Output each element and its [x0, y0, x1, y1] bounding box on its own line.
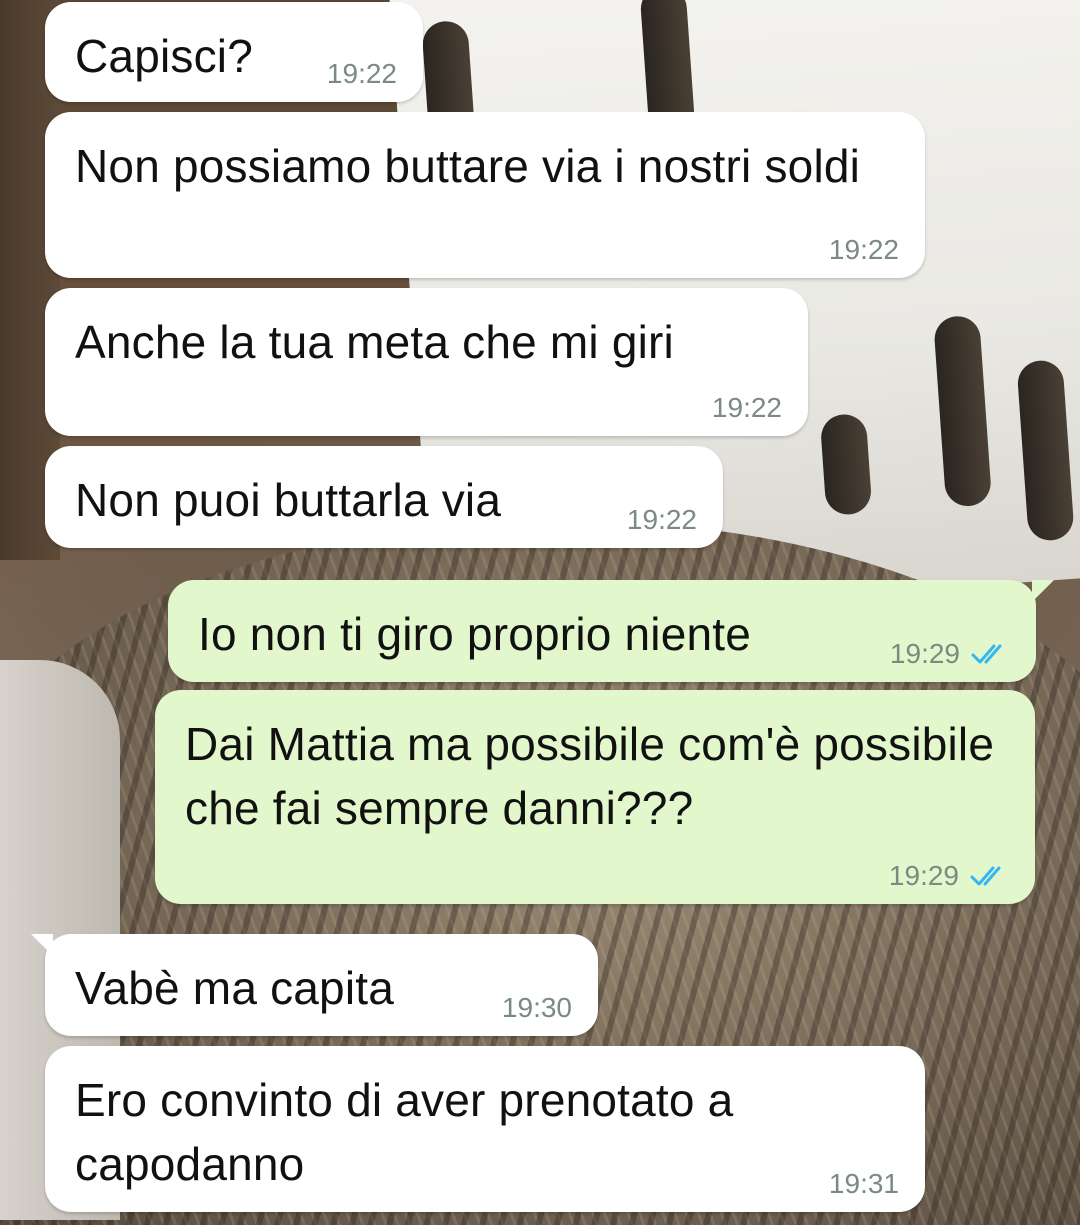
message-bubble-incoming[interactable]: Vabè ma capita 19:30	[31, 934, 598, 1036]
message-bubble-incoming[interactable]: Anche la tua meta che mi giri 19:22	[45, 288, 808, 436]
message-bubble-outgoing[interactable]: Dai Mattia ma possibile com'è possibile …	[155, 690, 1035, 904]
message-text: Non possiamo buttare via i nostri soldi	[75, 140, 861, 192]
message-bubble-incoming[interactable]: Non puoi buttarla via 19:22	[45, 446, 723, 548]
message-time: 19:31	[828, 1168, 899, 1199]
message-time: 19:22	[828, 234, 899, 265]
message-time: 19:22	[326, 58, 397, 89]
message-list[interactable]: Capisci? 19:22 Non possiamo buttare via …	[0, 0, 1080, 1225]
message-bubble-outgoing[interactable]: Io non ti giro proprio niente 19:29	[168, 580, 1054, 682]
message-time: 19:29	[889, 638, 960, 669]
double-check-read-icon	[971, 644, 1002, 664]
message-text: Non puoi buttarla via	[75, 474, 502, 526]
message-meta: 19:29	[890, 638, 1010, 670]
message-time: 19:22	[711, 392, 782, 423]
message-bubble-incoming[interactable]: Ero convinto di aver prenotato a capodan…	[45, 1046, 925, 1212]
message-bubble-incoming[interactable]: Non possiamo buttare via i nostri soldi …	[45, 112, 925, 278]
message-meta: 19:29	[889, 860, 1009, 892]
double-check-read-icon	[970, 866, 1001, 886]
message-text: Anche la tua meta che mi giri	[75, 316, 674, 368]
message-meta: 19:22	[829, 234, 899, 266]
message-text: Dai Mattia ma possibile com'è possibile …	[185, 718, 995, 834]
message-time: 19:30	[501, 992, 572, 1023]
bubble-tail	[1032, 580, 1054, 602]
message-text: Io non ti giro proprio niente	[198, 608, 752, 660]
message-text: Vabè ma capita	[75, 962, 395, 1014]
message-meta: 19:22	[627, 504, 697, 536]
message-time: 19:22	[626, 504, 697, 535]
bubble-tail	[31, 934, 53, 956]
message-meta: 19:30	[502, 992, 572, 1024]
message-bubble-incoming[interactable]: Capisci? 19:22	[45, 2, 423, 102]
message-meta: 19:22	[712, 392, 782, 424]
message-text: Ero convinto di aver prenotato a capodan…	[75, 1074, 734, 1190]
message-time: 19:29	[888, 860, 959, 891]
message-meta: 19:31	[829, 1168, 899, 1200]
message-meta: 19:22	[327, 58, 397, 90]
